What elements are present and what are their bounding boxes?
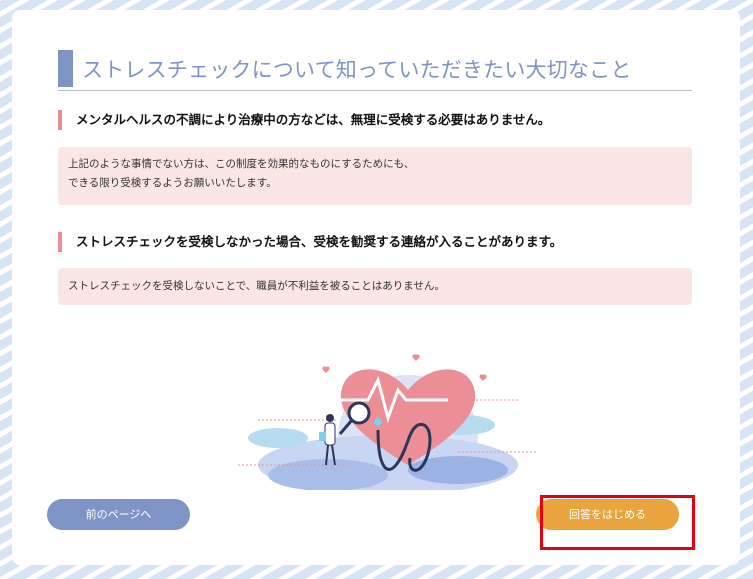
section-heading-2: ストレスチェックを受検しなかった場合、受検を勧奨する連絡が入ることがあります。 <box>58 232 562 252</box>
page-title-block: ストレスチェックについて知っていただきたい大切なこと <box>58 50 692 91</box>
page-title: ストレスチェックについて知っていただきたい大切なこと <box>82 58 632 82</box>
note-line: 上記のような事情でない方は、この制度を効果的なものにするためにも、 <box>68 158 415 170</box>
heart-stethoscope-illustration <box>238 354 536 490</box>
section-note-2: ストレスチェックを受検しないことで、職員が不利益を被ることはありません。 <box>58 268 692 305</box>
content-card: ストレスチェックについて知っていただきたい大切なこと メンタルヘルスの不調により… <box>12 10 740 565</box>
note-line: できる限り受検するようお願いいたします。 <box>68 177 277 189</box>
title-accent-bar <box>58 50 73 87</box>
note-line: ストレスチェックを受検しないことで、職員が不利益を被ることはありません。 <box>68 280 445 292</box>
section-heading-1: メンタルヘルスの不調により治療中の方などは、無理に受検する必要はありません。 <box>58 110 550 130</box>
section-note-1: 上記のような事情でない方は、この制度を効果的なものにするためにも、 できる限り受… <box>58 147 692 205</box>
prev-page-button[interactable]: 前のページへ <box>47 499 190 530</box>
highlight-box <box>540 495 695 550</box>
